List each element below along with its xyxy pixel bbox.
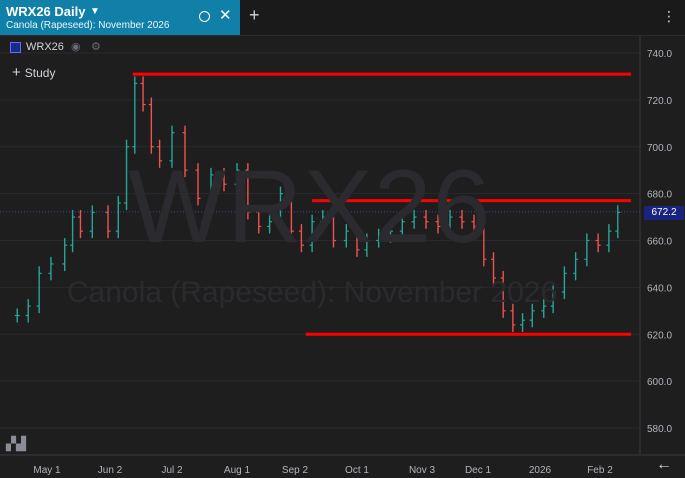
price-bar	[148, 97, 154, 154]
x-tick-label: Sep 2	[282, 465, 309, 476]
price-bar	[595, 233, 601, 253]
price-bar	[584, 233, 590, 267]
price-bar	[70, 210, 76, 253]
study-label: Study	[24, 66, 56, 80]
legend-symbol[interactable]: WRX26	[26, 41, 64, 53]
top-bar: WRX26 Daily ▼ Canola (Rapeseed): Novembe…	[0, 0, 685, 36]
add-tab-button[interactable]: +	[249, 5, 260, 25]
dropdown-caret-icon[interactable]: ▼	[90, 6, 100, 17]
y-tick-label: 720.0	[647, 96, 672, 107]
x-tick-label: Jun 2	[98, 465, 123, 476]
y-tick-label: 600.0	[647, 377, 672, 388]
x-tick-label: Jul 2	[161, 465, 183, 476]
price-bar	[89, 205, 95, 239]
price-bar	[573, 252, 579, 281]
chart-tab[interactable]: WRX26 Daily ▼ Canola (Rapeseed): Novembe…	[0, 0, 240, 35]
price-bar	[36, 266, 42, 314]
back-arrow-icon[interactable]: ←	[656, 456, 672, 474]
logo-icon: ▞▟	[6, 436, 26, 451]
x-tick-label: Aug 1	[224, 465, 251, 476]
price-bar	[132, 76, 138, 154]
eye-icon[interactable]: ◉	[71, 40, 81, 53]
price-bar	[615, 205, 621, 239]
price-bar	[25, 299, 31, 323]
x-tick-label: May 1	[33, 465, 61, 476]
price-bar	[140, 76, 146, 112]
price-bar	[520, 313, 526, 332]
y-tick-label: 680.0	[647, 190, 672, 201]
price-bar	[14, 308, 20, 323]
tab-title[interactable]: WRX26 Daily	[6, 4, 85, 19]
y-tick-label: 580.0	[647, 424, 672, 435]
y-tick-label: 660.0	[647, 237, 672, 248]
x-tick-label: Nov 3	[409, 465, 436, 476]
watermark-name: Canola (Rapeseed): November 2026	[66, 276, 558, 309]
price-bar	[105, 205, 111, 239]
price-bar	[77, 210, 83, 239]
last-price-label: 672.2	[644, 206, 684, 220]
y-tick-label: 640.0	[647, 283, 672, 294]
gear-icon[interactable]: ⚙	[91, 40, 101, 53]
y-tick-label: 620.0	[647, 330, 672, 341]
x-tick-label: Dec 1	[465, 465, 492, 476]
series-color-swatch[interactable]	[10, 42, 21, 53]
more-menu-icon[interactable]: ⋮	[662, 9, 676, 23]
price-bar	[606, 224, 612, 253]
watermark-symbol: WRX26	[128, 149, 492, 265]
y-tick-label: 700.0	[647, 143, 672, 154]
add-study-button[interactable]: + Study	[12, 64, 55, 81]
close-icon[interactable]: ✕	[219, 7, 232, 25]
price-bar	[62, 238, 68, 271]
tab-subtitle: Canola (Rapeseed): November 2026	[6, 20, 170, 31]
y-tick-label: 740.0	[647, 49, 672, 60]
circle-icon[interactable]	[199, 11, 210, 22]
x-tick-label: Feb 2	[587, 465, 613, 476]
plus-icon: +	[12, 64, 21, 81]
x-tick-label: 2026	[529, 465, 552, 476]
price-bar	[115, 195, 121, 239]
x-tick-label: Oct 1	[345, 465, 369, 476]
